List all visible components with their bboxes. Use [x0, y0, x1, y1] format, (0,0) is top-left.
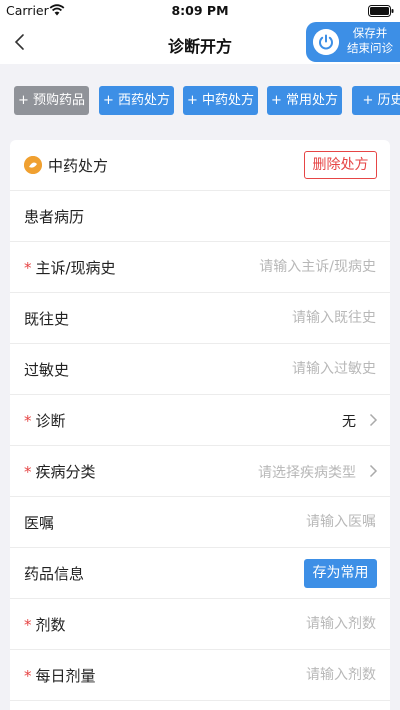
dose-count-label: * 剂数 — [24, 614, 66, 635]
tag-history-prescription[interactable]: + 历史处 — [352, 86, 400, 115]
past-history-input[interactable] — [140, 293, 376, 343]
daily-dose-input[interactable] — [140, 650, 376, 700]
tag-common-prescription[interactable]: + 常用处方 — [267, 86, 342, 115]
past-history-label: 既往史 — [24, 310, 70, 328]
past-history-row: 既往史 — [10, 293, 390, 344]
drug-info-label: 药品信息 — [24, 565, 85, 583]
save-and-end-consultation-button[interactable]: 保存并 结束问诊 — [306, 22, 400, 62]
chevron-right-icon — [369, 464, 378, 478]
tag-chinese-prescription[interactable]: + 中药处方 — [183, 86, 258, 115]
navigation-bar: 诊断开方 保存并 结束问诊 — [0, 22, 400, 64]
patient-record-section-row: 患者病历 — [10, 191, 390, 242]
disease-category-text: 疾病分类 — [35, 463, 96, 481]
required-mark: * — [24, 667, 32, 685]
status-time: 8:09 PM — [171, 3, 229, 18]
disease-category-row[interactable]: * 疾病分类 请选择疾病类型 — [10, 446, 390, 497]
required-mark: * — [24, 412, 32, 430]
status-bar: Carrier 8:09 PM — [0, 0, 400, 22]
diagnosis-label: * 诊断 — [24, 410, 66, 431]
herbal-medicine-icon — [24, 156, 42, 174]
prescription-header-row: 中药处方 删除处方 — [10, 140, 390, 191]
allergy-history-row: 过敏史 — [10, 344, 390, 395]
chinese-prescription-card: 中药处方 删除处方 患者病历 *主诉/现病史 既往史 过敏史 *诊断 无 *疾病… — [10, 140, 390, 710]
delete-prescription-button[interactable]: 删除处方 — [304, 151, 377, 179]
medical-advice-label: 医嘱 — [24, 514, 55, 532]
drug-info-row: 药品信息 存为常用 — [10, 548, 390, 599]
save-and-end-label: 保存并 结束问诊 — [342, 26, 398, 56]
save-end-line-2: 结束问诊 — [347, 41, 393, 55]
tag-prepurchase-drugs[interactable]: + 预购药品 — [14, 86, 89, 115]
prescription-title: 中药处方 — [48, 157, 109, 175]
daily-dose-label: * 每日剂量 — [24, 665, 96, 686]
chief-complaint-label: * 主诉/现病史 — [24, 257, 116, 278]
tag-western-prescription[interactable]: + 西药处方 — [99, 86, 174, 115]
medical-advice-input[interactable] — [140, 497, 376, 547]
save-as-common-button[interactable]: 存为常用 — [304, 559, 377, 588]
dose-count-text: 剂数 — [35, 616, 66, 634]
daily-dose-row: * 每日剂量 — [10, 650, 390, 701]
patient-record-heading: 患者病历 — [24, 208, 85, 226]
diagnosis-row[interactable]: * 诊断 无 — [10, 395, 390, 446]
chief-complaint-input[interactable] — [140, 242, 376, 292]
dose-count-row: * 剂数 — [10, 599, 390, 650]
power-icon — [313, 29, 339, 55]
prescription-type-tags: + 预购药品 + 西药处方 + 中药处方 + 常用处方 + 历史处 — [0, 74, 400, 126]
dose-count-input[interactable] — [140, 599, 376, 649]
daily-dose-text: 每日剂量 — [35, 667, 96, 685]
allergy-history-input[interactable] — [140, 344, 376, 394]
required-mark: * — [24, 463, 32, 481]
required-mark: * — [24, 616, 32, 634]
allergy-history-label: 过敏史 — [24, 361, 70, 379]
chevron-right-icon — [369, 413, 378, 427]
disease-category-placeholder: 请选择疾病类型 — [258, 465, 356, 481]
save-end-line-1: 保存并 — [352, 26, 388, 40]
chief-complaint-text: 主诉/现病史 — [35, 259, 116, 277]
medical-advice-row: 医嘱 — [10, 497, 390, 548]
chief-complaint-row: * 主诉/现病史 — [10, 242, 390, 293]
diagnosis-value: 无 — [342, 414, 356, 430]
battery-icon — [368, 5, 394, 17]
required-mark: * — [24, 259, 32, 277]
disease-category-label: * 疾病分类 — [24, 461, 96, 482]
diagnosis-text: 诊断 — [35, 412, 66, 430]
